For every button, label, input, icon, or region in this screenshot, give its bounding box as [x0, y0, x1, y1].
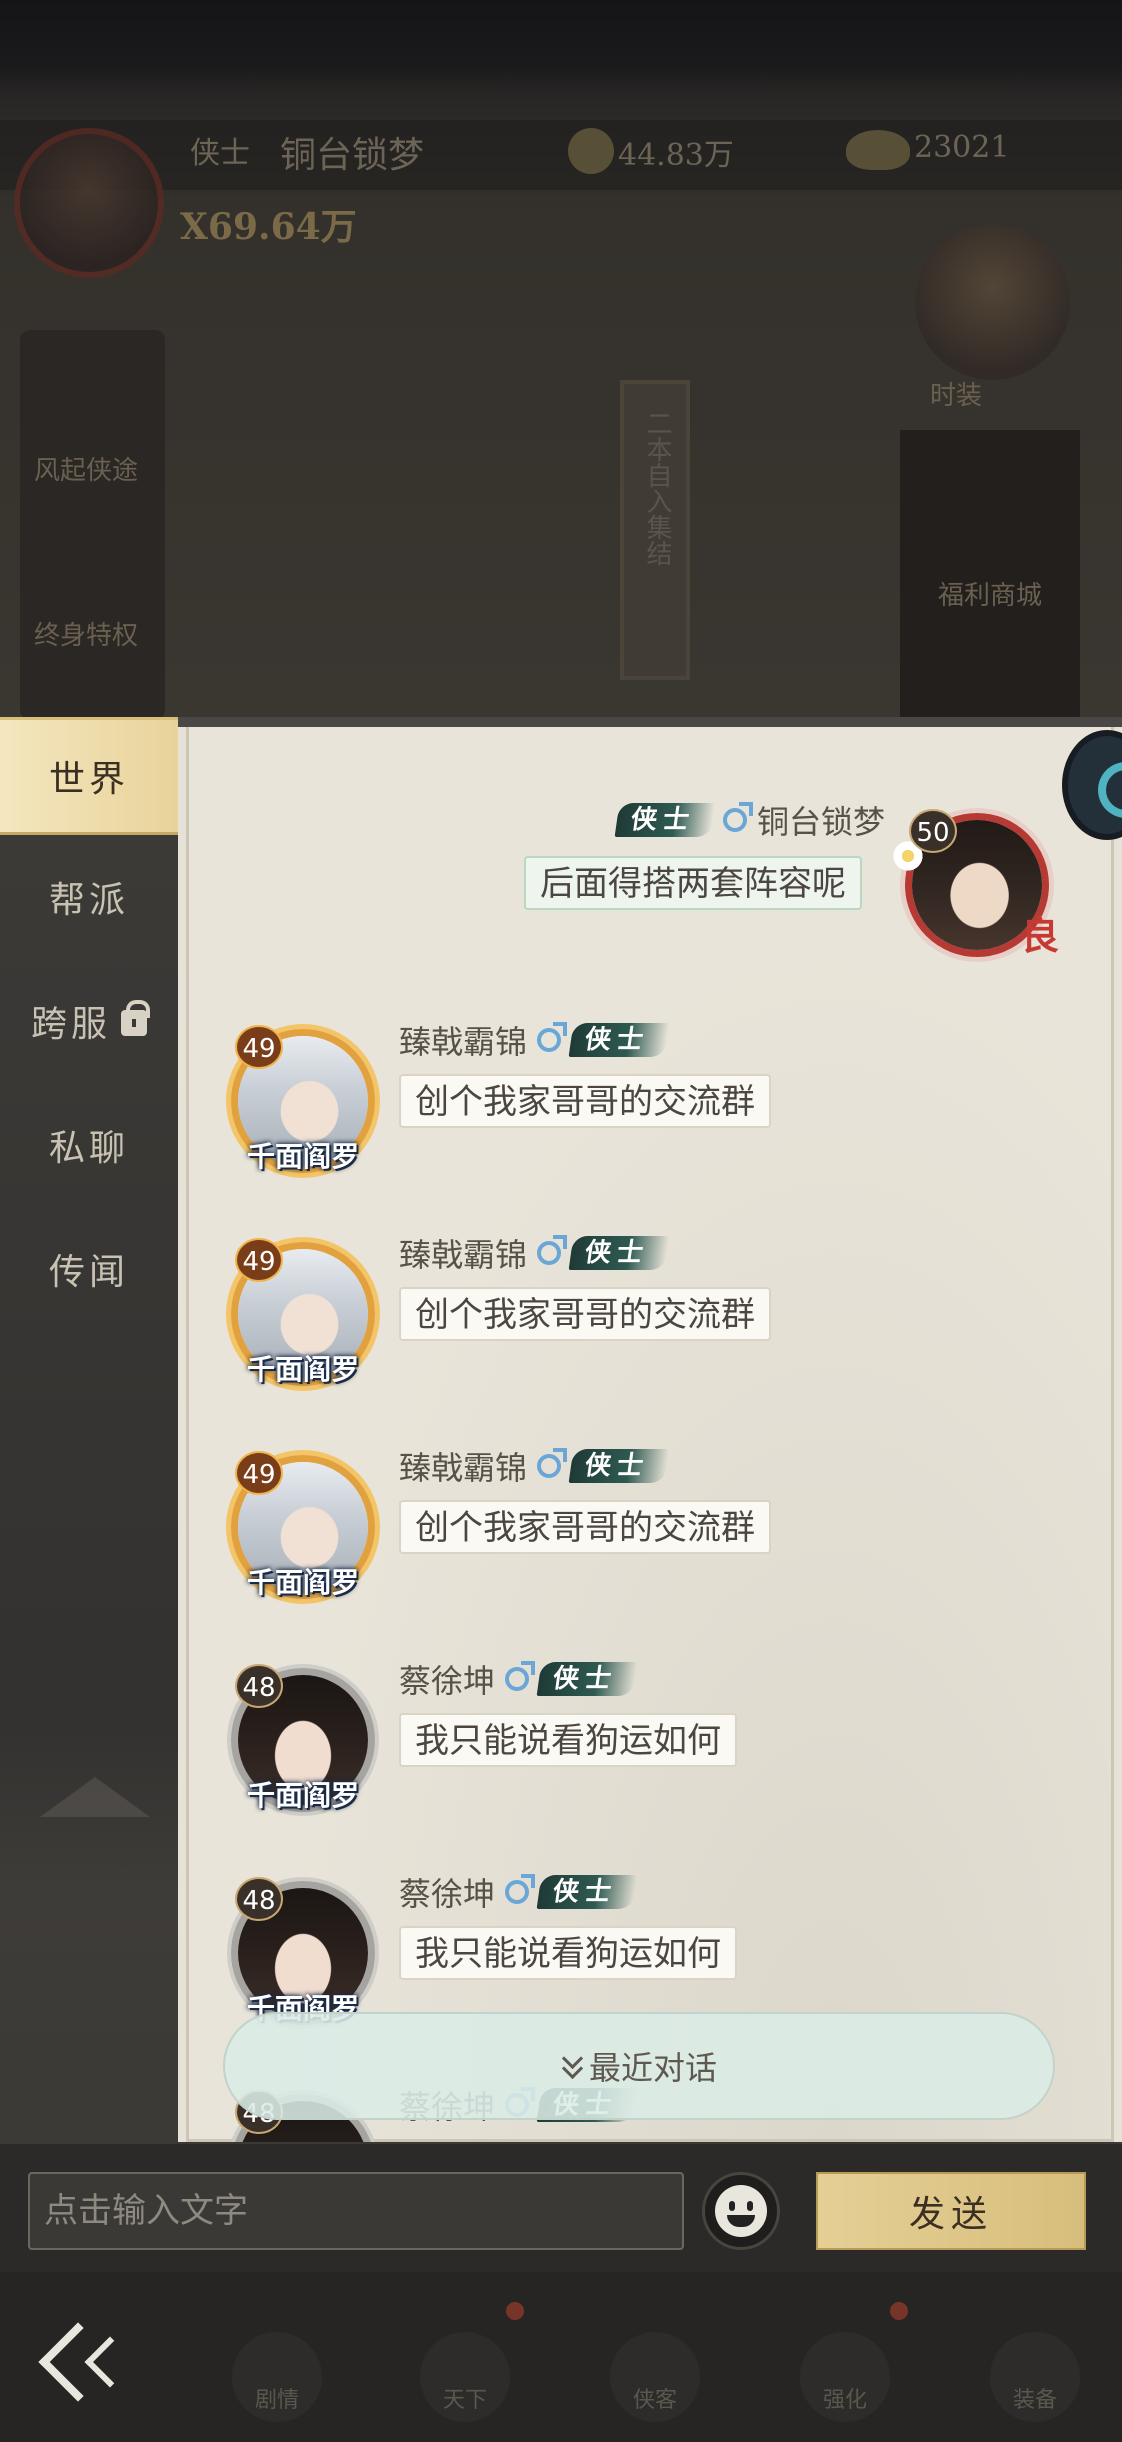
level-badge: 49	[235, 1451, 283, 1495]
chat-text-input[interactable]: 点击输入文字	[28, 2172, 684, 2250]
male-icon	[505, 1661, 536, 1691]
message-name-line: 臻戟霸锦 侠士	[399, 1443, 670, 1489]
player-name: 铜台锁梦	[280, 135, 425, 176]
bottom-nav: 剧情 天下 侠客 强化 装备	[0, 2272, 1122, 2442]
message-name-line: 蔡徐坤 侠士	[399, 1656, 638, 1702]
male-icon	[537, 1448, 568, 1478]
lock-icon	[121, 1000, 150, 1036]
gold-count: 23021	[914, 130, 1010, 165]
message-avatar[interactable]: 48 千面阎罗	[219, 1656, 387, 1824]
male-icon	[723, 802, 754, 832]
recent-conversation-button[interactable]: 最近对话	[223, 2012, 1055, 2120]
side-label-2: 终身特权	[34, 621, 139, 651]
tab-world[interactable]: 世界	[0, 717, 178, 835]
player-avatar	[14, 128, 164, 278]
game-background: 侠士 铜台锁梦 X69.64万 44.83万 23021 风起侠途 终身特权 二…	[0, 0, 1122, 720]
male-icon	[505, 1874, 536, 1904]
message-name-line: 蔡徐坤 侠士	[399, 1869, 638, 1915]
tab-cross-server-label: 跨服	[30, 1004, 111, 1045]
level-badge: 48	[235, 1664, 283, 1708]
side-activity-panel	[20, 330, 165, 720]
chat-panel[interactable]: 侠士 铜台锁梦 后面得搭两套阵容呢 50 良 49 千面阎罗 臻戟霸锦 侠士 创…	[178, 717, 1122, 2142]
message-name-line: 臻戟霸锦 侠士	[399, 1230, 670, 1276]
rank-tag: 侠士	[614, 803, 716, 837]
right-label-1: 时装	[930, 381, 983, 411]
right-label-2: 福利商城	[938, 581, 1043, 611]
bottom-tab-world-label: 天下	[442, 2388, 487, 2413]
message-bubble[interactable]: 我只能说看狗运如何	[399, 1926, 737, 1980]
message-bubble[interactable]: 创个我家哥哥的交流群	[399, 1500, 771, 1554]
tab-guild-label: 帮派	[48, 880, 129, 921]
sender-name[interactable]: 蔡徐坤	[399, 1656, 495, 1702]
chat-input-bar: 点击输入文字 发送	[0, 2142, 1122, 2272]
male-icon	[537, 1235, 568, 1265]
message-avatar[interactable]: 49 千面阎罗	[219, 1017, 387, 1185]
bottom-tab-story-label: 剧情	[254, 2388, 299, 2413]
chat-message-list[interactable]: 侠士 铜台锁梦 后面得搭两套阵容呢 50 良 49 千面阎罗 臻戟霸锦 侠士 创…	[186, 727, 1114, 2142]
avatar-title: 千面阎罗	[246, 1779, 359, 1812]
sender-name[interactable]: 臻戟霸锦	[399, 1017, 527, 1063]
channel-sidebar: 世界 帮派 跨服 私聊 传闻	[0, 717, 178, 2142]
rank-tag: 侠士	[536, 1662, 638, 1696]
self-name-line: 侠士 铜台锁梦	[614, 797, 885, 843]
avatar-title: 千面阎罗	[246, 1353, 359, 1386]
level-badge: 50	[909, 809, 957, 853]
rank-tag: 侠士	[568, 1449, 670, 1483]
message-bubble[interactable]: 创个我家哥哥的交流群	[399, 1074, 771, 1128]
pagoda-decoration	[40, 1777, 150, 1817]
send-button[interactable]: 发送	[816, 2172, 1086, 2250]
rank-tag: 侠士	[568, 1023, 670, 1057]
smiley-icon	[715, 2185, 767, 2237]
gold-ingot-icon	[846, 130, 910, 170]
tab-cross-server[interactable]: 跨服	[0, 962, 178, 1080]
tab-world-label: 世界	[48, 759, 129, 800]
avatar-title: 千面阎罗	[246, 1140, 359, 1173]
emoji-button[interactable]	[702, 2172, 780, 2250]
tab-rumor[interactable]: 传闻	[0, 1210, 178, 1328]
bottom-tab-heroes-label: 侠客	[632, 2388, 677, 2413]
seal-badge: 良	[1021, 913, 1060, 958]
rank-tag: 侠士	[536, 1875, 638, 1909]
back-button[interactable]	[38, 2322, 180, 2402]
sender-name[interactable]: 铜台锁梦	[757, 797, 885, 843]
side-label-1: 风起侠途	[34, 456, 139, 486]
message-bubble[interactable]: 我只能说看狗运如何	[399, 1713, 737, 1767]
coin-count: 44.83万	[618, 138, 734, 173]
level-badge: 49	[235, 1238, 283, 1282]
level-badge: 49	[235, 1025, 283, 1069]
self-avatar[interactable]: 50 良	[891, 801, 1061, 969]
fashion-avatar	[915, 225, 1070, 380]
male-icon	[537, 1022, 568, 1052]
player-power: X69.64万	[180, 206, 357, 248]
player-rank: 侠士	[190, 136, 250, 171]
double-chevron-down-icon	[561, 2053, 583, 2079]
tab-rumor-label: 传闻	[48, 1252, 129, 1293]
tab-guild[interactable]: 帮派	[0, 838, 178, 956]
notification-dot	[890, 2302, 908, 2320]
tab-private-label: 私聊	[48, 1128, 129, 1169]
coin-icon	[568, 128, 614, 174]
message-bubble[interactable]: 创个我家哥哥的交流群	[399, 1287, 771, 1341]
sender-name[interactable]: 蔡徐坤	[399, 1869, 495, 1915]
self-message-bubble[interactable]: 后面得搭两套阵容呢	[524, 856, 862, 910]
tab-private[interactable]: 私聊	[0, 1086, 178, 1204]
bottom-tab-gear-label: 装备	[1012, 2388, 1057, 2413]
rank-tag: 侠士	[568, 1236, 670, 1270]
sender-name[interactable]: 臻戟霸锦	[399, 1230, 527, 1276]
message-avatar[interactable]: 49 千面阎罗	[219, 1230, 387, 1398]
message-name-line: 臻戟霸锦 侠士	[399, 1017, 670, 1063]
message-avatar[interactable]: 49 千面阎罗	[219, 1443, 387, 1611]
sender-name[interactable]: 臻戟霸锦	[399, 1443, 527, 1489]
recent-conversation-label: 最近对话	[588, 2049, 717, 2087]
bottom-tab-enhance-label: 强化	[822, 2388, 867, 2413]
avatar-title: 千面阎罗	[246, 1566, 359, 1599]
level-badge: 48	[235, 1877, 283, 1921]
notification-dot	[506, 2302, 524, 2320]
event-banner-text: 二本自入集结	[642, 410, 672, 566]
